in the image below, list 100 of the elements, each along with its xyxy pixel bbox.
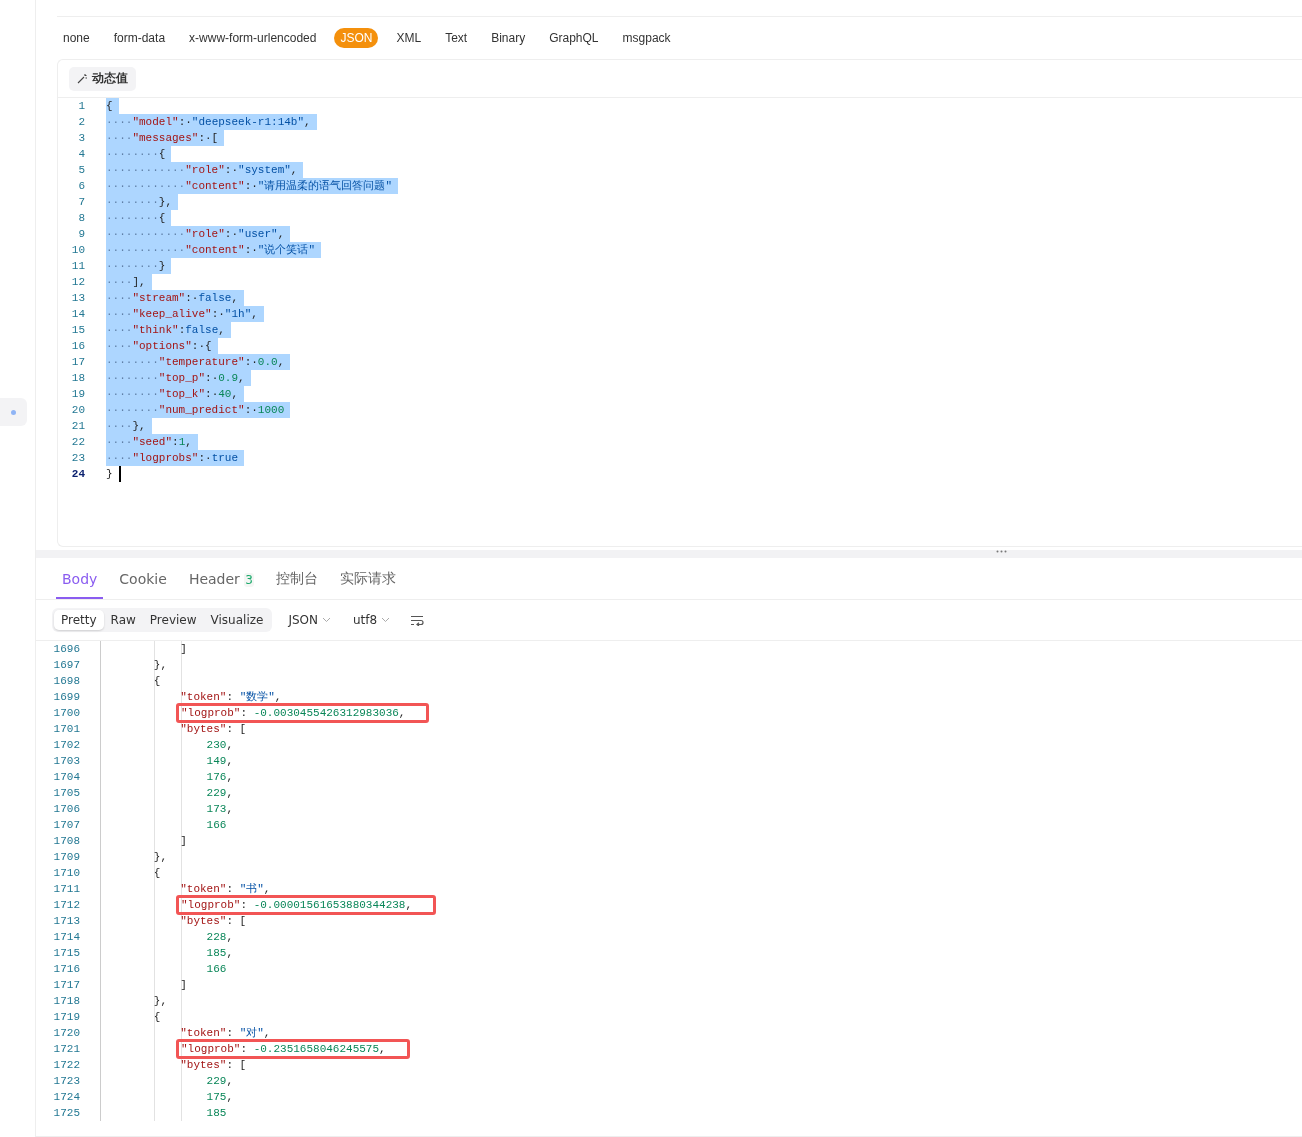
line-number: 1715 (52, 946, 80, 961)
code-line: 166 (205, 818, 227, 833)
body-type-tab[interactable]: GraphQL (543, 28, 605, 48)
view-mode-tab[interactable]: Raw (103, 610, 143, 630)
code-line: 185, (205, 946, 234, 961)
line-number: 1714 (52, 930, 80, 945)
code-line: }, (152, 658, 167, 673)
response-tab[interactable]: 控制台 (269, 560, 324, 599)
response-tab[interactable]: Header 3 (182, 560, 260, 599)
line-number: 1696 (52, 642, 80, 657)
line-number: 1719 (52, 1010, 80, 1025)
line-number: 1 (77, 99, 85, 114)
code-line: 173, (205, 802, 234, 817)
line-number: 5 (77, 163, 85, 178)
line-number: 1722 (52, 1058, 80, 1073)
code-line: "bytes": [ (179, 1058, 247, 1073)
code-line: "token": "数学", (179, 690, 282, 705)
code-line: } (106, 467, 114, 482)
resize-handle-icon[interactable] (996, 550, 1007, 553)
code-line: "bytes": [ (179, 914, 247, 929)
highlighted-code-line: "logprob": -0.0030455426312983036, (178, 705, 428, 721)
line-number: 14 (70, 307, 85, 322)
body-type-tab[interactable]: none (57, 28, 96, 48)
code-line: 176, (205, 770, 234, 785)
line-number: 8 (77, 211, 85, 226)
code-line: "token": "书", (179, 882, 271, 897)
line-number: 1721 (52, 1042, 80, 1057)
body-type-tab[interactable]: msgpack (616, 28, 677, 48)
body-type-tab[interactable]: x-www-form-urlencoded (183, 28, 323, 48)
code-line: }, (152, 994, 167, 1009)
body-type-tab[interactable]: Binary (485, 28, 532, 48)
code-line: "bytes": [ (179, 722, 247, 737)
line-number: 1704 (52, 770, 80, 785)
line-number: 6 (77, 179, 85, 194)
line-number: 1697 (52, 658, 80, 673)
highlighted-code-line: "logprob": -0.2351658046245575, (178, 1041, 408, 1057)
view-mode-tab[interactable]: Preview (142, 610, 204, 630)
line-number: 1725 (52, 1106, 80, 1121)
format-dropdown[interactable]: JSON (282, 613, 337, 627)
code-line: { (152, 1010, 161, 1025)
body-type-tab[interactable]: Text (439, 28, 474, 48)
line-number: 1723 (52, 1074, 80, 1089)
text-cursor (118, 466, 121, 482)
highlighted-code-line: "logprob": -0.00001561653880344238, (178, 897, 435, 913)
count-badge: 3 (244, 572, 254, 587)
sidebar-handle[interactable] (0, 398, 27, 426)
line-number: 1698 (52, 674, 80, 689)
code-line: 228, (205, 930, 234, 945)
encoding-dropdown[interactable]: utf8 (347, 613, 397, 627)
line-number: 19 (70, 387, 85, 402)
line-number: 7 (77, 195, 85, 210)
line-number: 1703 (52, 754, 80, 769)
line-number: 15 (70, 323, 85, 338)
line-number: 1707 (52, 818, 80, 833)
code-line: ] (179, 834, 187, 849)
code-line: { (152, 866, 161, 881)
code-line: 166 (205, 962, 227, 977)
response-tab[interactable]: Cookie (113, 560, 173, 599)
code-line: { (152, 674, 161, 689)
line-number: 1712 (52, 898, 80, 913)
line-number: 1701 (52, 722, 80, 737)
body-type-tab[interactable]: XML (390, 28, 428, 48)
line-number: 1724 (52, 1090, 80, 1105)
body-type-tab[interactable]: form-data (107, 28, 172, 48)
caret-icon (322, 617, 331, 623)
code-line: ] (179, 642, 187, 657)
view-mode-tab[interactable]: Pretty (54, 610, 104, 630)
line-number: 1702 (52, 738, 80, 753)
line-number: 13 (70, 291, 85, 306)
line-number: 24 (70, 467, 85, 482)
code-line: }, (152, 850, 167, 865)
line-number: 21 (70, 419, 85, 434)
view-mode-tab[interactable]: Visualize (203, 610, 271, 630)
code-line: "token": "对", (179, 1026, 271, 1041)
line-number: 23 (70, 451, 85, 466)
code-line: 229, (205, 786, 234, 801)
response-tab[interactable]: Body (56, 560, 104, 599)
dynamic-value-button[interactable]: 动态值 (69, 66, 136, 91)
line-number: 9 (77, 227, 85, 242)
line-number: 1717 (52, 978, 80, 993)
line-number: 1708 (52, 834, 80, 849)
line-number: 1705 (52, 786, 80, 801)
caret-icon (381, 617, 391, 623)
line-number: 16 (70, 339, 85, 354)
line-number: 10 (70, 243, 85, 258)
line-number: 1706 (52, 802, 80, 817)
line-number: 3 (77, 131, 85, 146)
line-number: 1720 (52, 1026, 80, 1041)
code-line: ] (179, 978, 187, 993)
line-number: 1716 (52, 962, 80, 977)
line-number: 1710 (52, 866, 80, 881)
line-number: 17 (70, 355, 85, 370)
code-line: 185 (205, 1106, 227, 1121)
response-tab[interactable]: 实际请求 (333, 560, 402, 599)
code-line: 229, (205, 1074, 234, 1089)
line-number: 18 (70, 371, 85, 386)
line-number: 1709 (52, 850, 80, 865)
line-number: 2 (77, 115, 85, 130)
wrap-lines-icon[interactable] (410, 614, 425, 626)
line-number: 1699 (52, 690, 80, 705)
